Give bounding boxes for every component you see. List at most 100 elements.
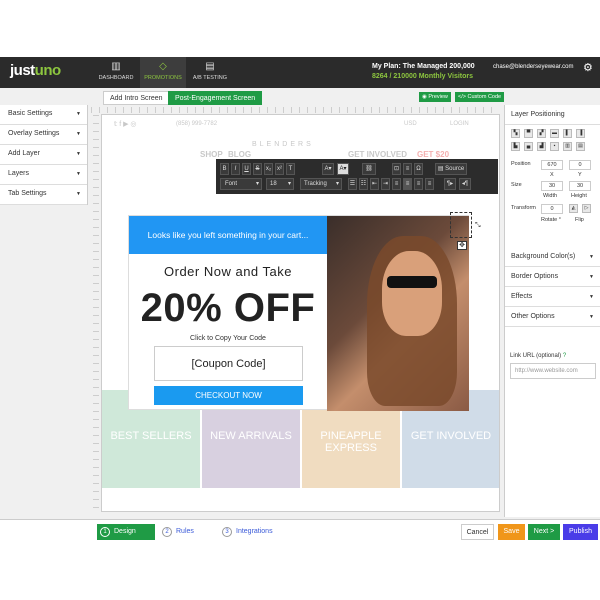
bold-icon[interactable]: B: [220, 163, 229, 175]
strikethrough-icon[interactable]: S: [253, 163, 262, 175]
justuno-logo[interactable]: justuno: [10, 62, 61, 79]
step-rules[interactable]: 2 Rules: [162, 524, 194, 540]
nav-ab-testing[interactable]: ▤ A/B TESTING: [187, 57, 233, 88]
link-icon[interactable]: ⛓: [362, 163, 376, 175]
popup-banner[interactable]: Looks like you left something in your ca…: [129, 216, 327, 254]
checkout-button[interactable]: CHECKOUT NOW: [154, 386, 303, 405]
position-y-input[interactable]: 0: [569, 160, 591, 170]
popup-heading[interactable]: Order Now and Take: [129, 264, 327, 279]
user-email[interactable]: chase@blenderseyewear.com: [493, 64, 573, 70]
step-integrations-label: Integrations: [236, 528, 273, 535]
nav-dashboard[interactable]: ▥ DASHBOARD: [93, 57, 139, 88]
photo-face: [382, 251, 442, 336]
chevron-down-icon: ▼: [76, 151, 81, 157]
coupon-code-box[interactable]: [Coupon Code]: [154, 346, 303, 381]
model-photo[interactable]: [327, 216, 469, 411]
superscript-icon[interactable]: x²: [275, 163, 284, 175]
popup-discount[interactable]: 20% OFF: [129, 286, 327, 331]
plan-visitors: 8264 / 210000 Monthly Visitors: [372, 73, 474, 80]
overlay-settings-section[interactable]: Overlay Settings ▼: [0, 125, 87, 145]
omega-icon[interactable]: Ω: [414, 163, 423, 175]
font-color-icon[interactable]: A▾: [322, 163, 334, 175]
align-top-icon[interactable]: ▀: [524, 129, 533, 138]
flip-horizontal-icon[interactable]: ◭: [569, 204, 578, 213]
move-icon[interactable]: ✥: [457, 241, 467, 250]
ltr-icon[interactable]: ¶▸: [444, 178, 456, 190]
font-select-value: Font: [225, 181, 238, 187]
plan-title: My Plan: The Managed 200,000: [372, 63, 475, 70]
save-button[interactable]: Save: [498, 524, 525, 540]
font-select[interactable]: Font ▾: [220, 178, 262, 190]
next-button[interactable]: Next >: [528, 524, 560, 540]
help-icon[interactable]: ?: [563, 353, 566, 359]
bullet-list-icon[interactable]: ☰: [348, 178, 357, 190]
copy-hint-text[interactable]: Click to Copy Your Code: [129, 335, 327, 342]
tab-add-intro-screen[interactable]: Add Intro Screen: [103, 91, 170, 105]
size-label: Size: [511, 182, 522, 188]
underline-icon[interactable]: U: [242, 163, 251, 175]
plan-info: My Plan: The Managed 200,000 8264 / 21000…: [372, 62, 475, 82]
top-bar: justuno ▥ DASHBOARD ◇ PROMOTIONS ▤ A/B TEST…: [0, 57, 600, 88]
basic-settings-section[interactable]: Basic Settings ▼: [0, 105, 87, 125]
align-top-left-icon[interactable]: ▚: [511, 129, 520, 138]
tab-settings-section[interactable]: Tab Settings ▼: [0, 185, 87, 205]
align-bottom-icon[interactable]: ▄: [524, 142, 533, 151]
numbered-list-icon[interactable]: ☷: [359, 178, 368, 190]
italic-icon[interactable]: I: [231, 163, 240, 175]
subscript-icon[interactable]: x₂: [264, 163, 273, 175]
chevron-down-icon: ▼: [589, 314, 594, 320]
align-top-right-icon[interactable]: ▞: [537, 129, 546, 138]
selected-layer-handles[interactable]: [450, 212, 472, 238]
source-button[interactable]: ▤ Source: [435, 163, 467, 175]
site-nav-shop: SHOP: [200, 150, 223, 159]
flip-vertical-icon[interactable]: ▷: [582, 204, 591, 213]
rtl-icon[interactable]: ◂¶: [459, 178, 471, 190]
overlay-settings-label: Overlay Settings: [8, 130, 60, 137]
font-size-value: 18: [270, 181, 277, 187]
highlight-color-icon[interactable]: A▾: [337, 163, 349, 175]
distribute-v-icon[interactable]: ▤: [576, 142, 585, 151]
other-options-section[interactable]: Other Options ▼: [505, 307, 600, 327]
step-design[interactable]: 1 Design: [97, 524, 155, 540]
indent-more-icon[interactable]: ⇥: [381, 178, 390, 190]
align-bottom-right-icon[interactable]: ▟: [537, 142, 546, 151]
align-middle-icon[interactable]: ▬: [550, 129, 559, 138]
align-left-icon[interactable]: ≡: [392, 178, 401, 190]
width-input[interactable]: 30: [541, 181, 563, 191]
align-right-icon[interactable]: ≡: [414, 178, 423, 190]
font-size-select[interactable]: 18 ▾: [266, 178, 294, 190]
background-colors-section[interactable]: Background Color(s) ▼: [505, 247, 600, 267]
add-layer-section[interactable]: Add Layer ▼: [0, 145, 87, 165]
step-design-number: 1: [100, 527, 110, 537]
preview-button[interactable]: ◉ Preview: [419, 92, 451, 102]
nav-promotions[interactable]: ◇ PROMOTIONS: [140, 57, 186, 88]
cancel-button[interactable]: Cancel: [461, 524, 494, 540]
publish-button[interactable]: Publish: [563, 524, 598, 540]
outdent-icon[interactable]: ⇤: [370, 178, 379, 190]
tracking-select[interactable]: Tracking ▾: [300, 178, 342, 190]
rotate-input[interactable]: 0: [541, 204, 563, 214]
align-justify-icon[interactable]: ≡: [425, 178, 434, 190]
indent-icon[interactable]: ≡: [403, 163, 412, 175]
align-bottom-left-icon[interactable]: ▙: [511, 142, 520, 151]
step-integrations[interactable]: 3 Integrations: [222, 524, 273, 540]
layers-section[interactable]: Layers ▼: [0, 165, 87, 185]
custom-code-button[interactable]: </> Custom Code: [455, 92, 505, 102]
clear-format-icon[interactable]: T: [286, 163, 295, 175]
effects-section[interactable]: Effects ▼: [505, 287, 600, 307]
distribute-h-icon[interactable]: ▥: [563, 142, 572, 151]
border-options-section[interactable]: Border Options ▼: [505, 267, 600, 287]
link-url-input[interactable]: http://www.website.com: [510, 363, 596, 379]
resize-icon[interactable]: ⤡: [475, 222, 483, 230]
position-x-input[interactable]: 670: [541, 160, 563, 170]
promotion-popup[interactable]: Looks like you left something in your ca…: [128, 215, 469, 411]
align-center-icon[interactable]: ≡: [403, 178, 412, 190]
gear-icon[interactable]: ⚙: [583, 61, 593, 74]
align-left-icon[interactable]: ▌: [563, 129, 572, 138]
align-center-icon[interactable]: ▪: [550, 142, 559, 151]
tab-post-engagement-screen[interactable]: Post-Engagement Screen: [168, 91, 263, 105]
flip-label: Flip: [575, 217, 584, 223]
text-box-icon[interactable]: ⊡: [392, 163, 401, 175]
height-input[interactable]: 30: [569, 181, 591, 191]
align-right-icon[interactable]: ▐: [576, 129, 585, 138]
